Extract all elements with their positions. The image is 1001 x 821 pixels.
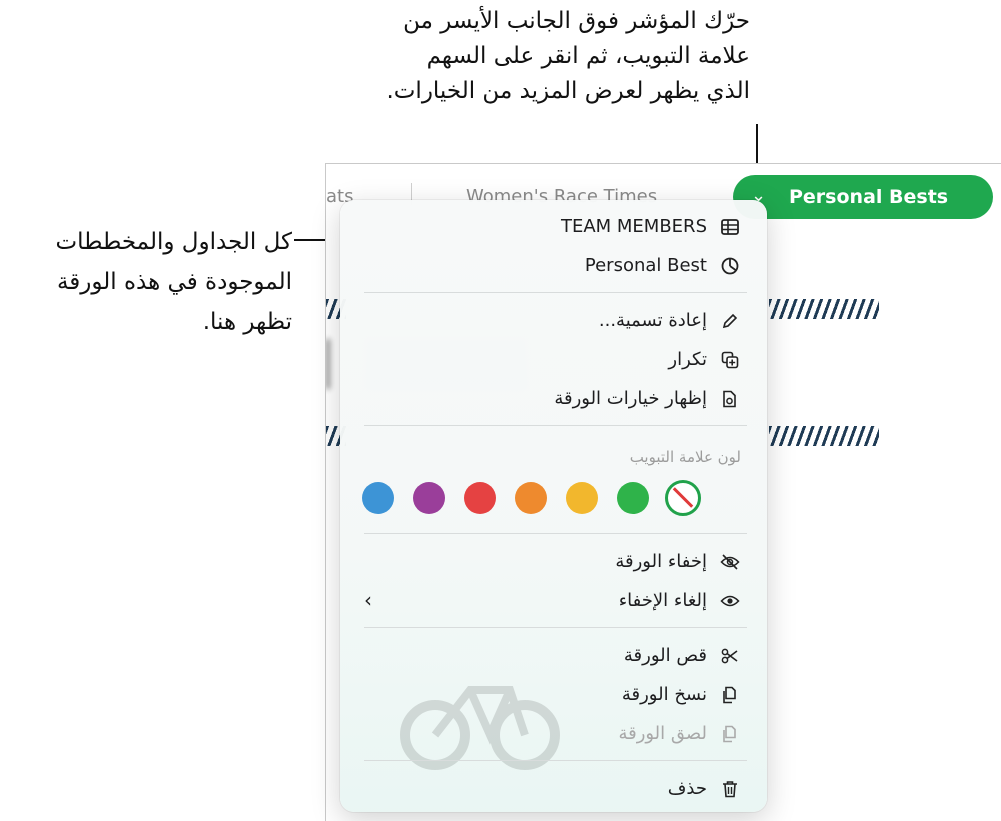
sheet-context-menu: TEAM MEMBERS Personal Best إعادة تسمية..…: [340, 200, 767, 812]
menu-item-personal-best-chart[interactable]: Personal Best: [340, 249, 767, 283]
menu-item-team-members[interactable]: TEAM MEMBERS: [340, 210, 767, 244]
callout-tab-arrow: حرّك المؤشر فوق الجانب الأيسر من علامة ا…: [386, 8, 750, 104]
decorative-stripes-right-2: [769, 426, 879, 446]
menu-separator: [364, 533, 747, 534]
copy-icon: [719, 684, 741, 706]
menu-item-label: حذف: [667, 778, 707, 799]
menu-item-label: قص الورقة: [623, 645, 707, 666]
tab-color-section-title: لون علامة التبويب: [629, 448, 741, 466]
duplicate-icon: [719, 349, 741, 371]
menu-separator: [364, 292, 747, 293]
menu-item-label: لصق الورقة: [618, 723, 707, 744]
sheet-options-icon: [719, 388, 741, 410]
tab-color-green-swatch[interactable]: [617, 482, 649, 514]
chevron-left-icon[interactable]: ‹: [364, 588, 372, 612]
active-tab-label: Personal Bests: [789, 186, 949, 208]
tab-color-purple-swatch[interactable]: [413, 482, 445, 514]
menu-item-label: نسخ الورقة: [621, 684, 707, 705]
tab-color-yellow-swatch[interactable]: [566, 482, 598, 514]
menu-item-label: إظهار خيارات الورقة: [554, 388, 707, 409]
sheet-tab-personal-bests[interactable]: ⌄ Personal Bests: [733, 175, 993, 219]
menu-item-paste-sheet[interactable]: لصق الورقة: [340, 717, 767, 751]
menu-item-delete[interactable]: حذف: [340, 772, 767, 806]
chart-icon: [719, 255, 741, 277]
paste-icon: [719, 723, 741, 745]
menu-item-hide-sheet[interactable]: إخفاء الورقة: [340, 545, 767, 579]
menu-item-label: إلغاء الإخفاء: [618, 590, 707, 611]
menu-item-label: إخفاء الورقة: [615, 551, 707, 572]
table-icon: [719, 216, 741, 238]
menu-separator: [364, 627, 747, 628]
tab-color-orange-swatch[interactable]: [515, 482, 547, 514]
menu-item-label: تكرار: [668, 349, 707, 370]
menu-separator: [364, 760, 747, 761]
scissors-icon: [719, 645, 741, 667]
menu-item-cut-sheet[interactable]: قص الورقة: [340, 639, 767, 673]
menu-item-label: إعادة تسمية...: [598, 310, 707, 331]
tab-color-blue-swatch[interactable]: [362, 482, 394, 514]
tab-color-red-swatch[interactable]: [464, 482, 496, 514]
eye-slash-icon: [719, 551, 741, 573]
decorative-stripes-right-1: [769, 299, 879, 319]
pencil-icon: [719, 310, 741, 332]
tab-color-none-swatch[interactable]: [665, 480, 701, 516]
eye-icon: [719, 590, 741, 612]
bicycle-icon: [400, 686, 560, 770]
menu-item-label: TEAM MEMBERS: [560, 216, 707, 237]
menu-separator: [364, 425, 747, 426]
menu-item-copy-sheet[interactable]: نسخ الورقة: [340, 678, 767, 712]
callout-objects-list: كل الجداول والمخططات الموجودة في هذه الو…: [55, 229, 292, 335]
menu-item-duplicate[interactable]: تكرار: [340, 343, 767, 377]
trash-icon: [719, 778, 741, 800]
menu-item-rename[interactable]: إعادة تسمية...: [340, 304, 767, 338]
menu-item-unhide[interactable]: إلغاء الإخفاء: [340, 584, 767, 618]
menu-item-show-sheet-options[interactable]: إظهار خيارات الورقة: [340, 382, 767, 416]
menu-item-label: Personal Best: [584, 255, 707, 276]
